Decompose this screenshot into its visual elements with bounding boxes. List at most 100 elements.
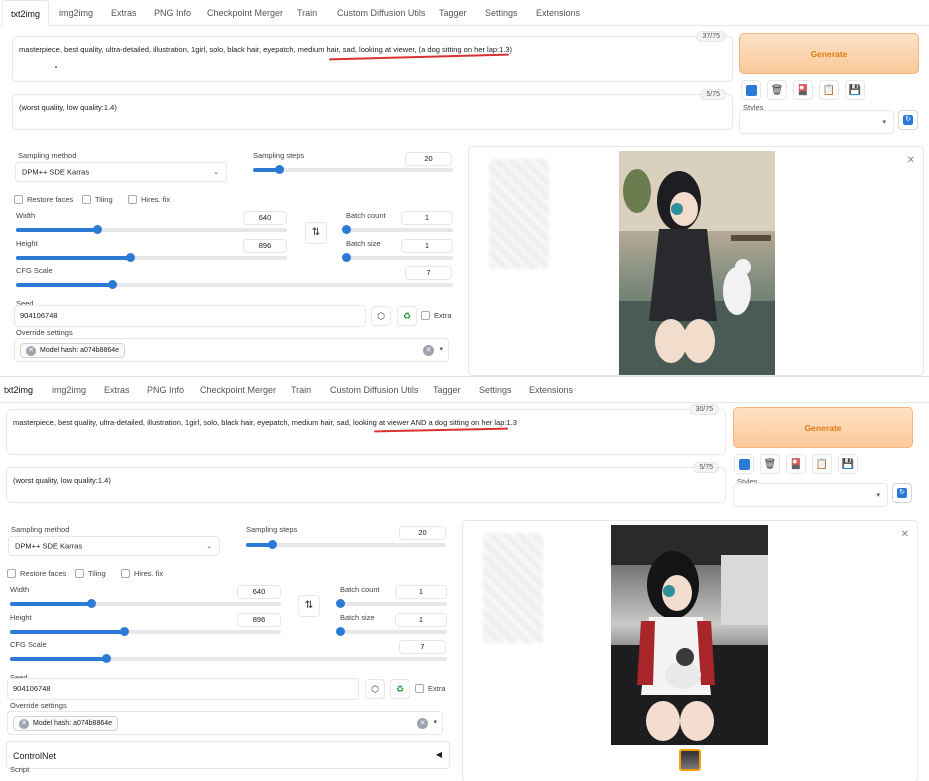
batch-size-slider[interactable] — [336, 627, 447, 636]
cfg-scale-input[interactable]: 7 — [399, 640, 446, 654]
hires-fix-checkbox[interactable]: Hires. fix — [121, 569, 163, 578]
tab-txt2img[interactable]: txt2img — [0, 377, 37, 403]
tab-custom-diffusion-utils[interactable]: Custom Diffusion Utils — [333, 0, 429, 26]
save-icon[interactable]: 💾 — [838, 454, 858, 474]
close-icon[interactable]: ✕ — [26, 345, 36, 356]
paint-icon[interactable] — [734, 454, 754, 474]
refresh-icon[interactable]: ↻ — [898, 110, 918, 130]
extra-checkbox[interactable]: Extra — [421, 311, 452, 320]
height-input[interactable]: 896 — [237, 613, 281, 627]
sampling-steps-slider[interactable] — [246, 540, 446, 549]
height-input[interactable]: 896 — [243, 239, 287, 253]
swap-icon[interactable]: ⇅ — [305, 222, 327, 244]
model-hash-text: Model hash: a074b8864e — [33, 720, 113, 727]
close-icon[interactable]: ✕ — [417, 718, 428, 729]
tab-bar: txt2img img2img Extras PNG Info Checkpoi… — [0, 0, 929, 26]
model-hash-chip[interactable]: ✕ Model hash: a074b8864e — [13, 716, 119, 731]
recycle-icon[interactable]: ♻ — [390, 679, 410, 699]
hires-fix-checkbox[interactable]: Hires. fix — [128, 195, 170, 204]
width-input[interactable]: 640 — [237, 585, 281, 599]
save-icon[interactable]: 💾 — [845, 80, 865, 100]
close-icon[interactable]: ✕ — [901, 529, 909, 540]
width-input[interactable]: 640 — [243, 211, 287, 225]
cfg-scale-slider[interactable] — [10, 654, 447, 663]
sampling-steps-input[interactable]: 20 — [405, 152, 452, 166]
close-icon[interactable]: ✕ — [907, 155, 915, 166]
chevron-down-icon[interactable]: ▾ — [439, 345, 443, 353]
tab-img2img[interactable]: img2img — [55, 0, 97, 26]
tab-settings[interactable]: Settings — [475, 377, 516, 403]
gallery-thumbnail[interactable] — [679, 749, 701, 771]
tab-extensions[interactable]: Extensions — [525, 377, 577, 403]
card-icon[interactable]: 🎴 — [786, 454, 806, 474]
tab-tagger[interactable]: Tagger — [435, 0, 471, 26]
tiling-checkbox[interactable]: Tiling — [82, 195, 113, 204]
swap-icon[interactable]: ⇅ — [298, 595, 320, 617]
close-icon[interactable]: ✕ — [19, 718, 29, 729]
clipboard-icon[interactable]: 📋 — [819, 80, 839, 100]
tab-img2img[interactable]: img2img — [48, 377, 90, 403]
batch-count-input[interactable]: 1 — [395, 585, 447, 599]
tab-png-info[interactable]: PNG Info — [150, 0, 195, 26]
batch-count-slider[interactable] — [342, 225, 453, 234]
tab-checkpoint-merger[interactable]: Checkpoint Merger — [203, 0, 287, 26]
cfg-scale-input[interactable]: 7 — [405, 266, 452, 280]
restore-faces-checkbox[interactable]: Restore faces — [14, 195, 73, 204]
seed-input[interactable]: 904106748 — [14, 305, 366, 327]
sampling-method-dropdown[interactable]: DPM++ SDE Karras ⌄ — [8, 536, 220, 556]
close-icon[interactable]: ✕ — [423, 345, 434, 356]
restore-faces-checkbox[interactable]: Restore faces — [7, 569, 66, 578]
tab-settings[interactable]: Settings — [481, 0, 522, 26]
cfg-scale-slider[interactable] — [16, 280, 453, 289]
generated-image[interactable] — [619, 151, 775, 375]
styles-dropdown[interactable]: ▾ — [739, 110, 894, 134]
sampling-method-dropdown[interactable]: DPM++ SDE Karras ⌄ — [15, 162, 227, 182]
width-slider[interactable] — [16, 225, 287, 234]
extra-checkbox[interactable]: Extra — [415, 684, 446, 693]
tab-png-info[interactable]: PNG Info — [143, 377, 188, 403]
tab-extensions[interactable]: Extensions — [532, 0, 584, 26]
dice-icon[interactable]: ⬡ — [371, 306, 391, 326]
override-settings-input[interactable]: ✕ Model hash: a074b8864e ✕ ▾ — [14, 338, 449, 362]
negative-prompt-text: (worst quality, low quality:1.4) — [13, 476, 111, 485]
tab-tagger[interactable]: Tagger — [429, 377, 465, 403]
sampling-steps-slider[interactable] — [253, 165, 453, 174]
width-slider[interactable] — [10, 599, 281, 608]
height-slider[interactable] — [16, 253, 287, 262]
paint-icon[interactable] — [741, 80, 761, 100]
tab-checkpoint-merger[interactable]: Checkpoint Merger — [196, 377, 280, 403]
styles-dropdown[interactable]: ▾ — [733, 483, 888, 507]
seed-input[interactable]: 904106748 — [7, 678, 359, 700]
batch-size-input[interactable]: 1 — [401, 239, 453, 253]
tab-extras[interactable]: Extras — [100, 377, 134, 403]
batch-count-slider[interactable] — [336, 599, 447, 608]
trash-icon[interactable]: 🗑 — [767, 80, 787, 100]
generate-button[interactable]: Generate — [733, 407, 913, 448]
model-hash-chip[interactable]: ✕ Model hash: a074b8864e — [20, 343, 126, 358]
sampling-steps-input[interactable]: 20 — [399, 526, 446, 540]
tab-custom-diffusion-utils[interactable]: Custom Diffusion Utils — [326, 377, 422, 403]
clipboard-icon[interactable]: 📋 — [812, 454, 832, 474]
negative-prompt-input[interactable]: (worst quality, low quality:1.4) 5/75 — [12, 89, 733, 130]
negative-prompt-input[interactable]: (worst quality, low quality:1.4) 5/75 — [6, 462, 726, 503]
recycle-icon[interactable]: ♻ — [397, 306, 417, 326]
trash-icon[interactable]: 🗑 — [760, 454, 780, 474]
generate-button[interactable]: Generate — [739, 33, 919, 74]
batch-size-slider[interactable] — [342, 253, 453, 262]
tab-txt2img[interactable]: txt2img — [2, 0, 50, 26]
dice-icon[interactable]: ⬡ — [365, 679, 385, 699]
card-icon[interactable]: 🎴 — [793, 80, 813, 100]
refresh-icon[interactable]: ↻ — [892, 483, 912, 503]
batch-size-input[interactable]: 1 — [395, 613, 447, 627]
override-settings-input[interactable]: ✕ Model hash: a074b8864e ✕ ▾ — [7, 711, 443, 735]
tab-extras[interactable]: Extras — [107, 0, 141, 26]
chevron-down-icon[interactable]: ▾ — [433, 718, 437, 726]
tiling-checkbox[interactable]: Tiling — [75, 569, 106, 578]
tab-train[interactable]: Train — [287, 377, 315, 403]
generated-image[interactable] — [611, 525, 768, 745]
batch-count-input[interactable]: 1 — [401, 211, 453, 225]
controlnet-accordion[interactable]: ControlNet ◀ — [6, 741, 450, 769]
positive-prompt-input[interactable]: masterpiece, best quality, ultra-detaile… — [6, 404, 726, 455]
tab-train[interactable]: Train — [293, 0, 321, 26]
height-slider[interactable] — [10, 627, 281, 636]
